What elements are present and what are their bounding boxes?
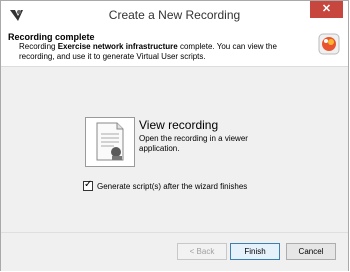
- wizard-content: View recording Open the recording in a v…: [1, 67, 348, 232]
- generate-scripts-option: ✓ Generate script(s) after the wizard fi…: [83, 179, 247, 191]
- cancel-button[interactable]: Cancel: [286, 243, 336, 260]
- back-button[interactable]: < Back: [177, 243, 227, 260]
- close-button[interactable]: ✕: [310, 1, 343, 18]
- wizard-window: Create a New Recording ✕ Recording compl…: [0, 0, 349, 271]
- recording-badge-icon: [318, 33, 340, 55]
- header-text-prefix: Recording: [19, 42, 58, 51]
- view-recording-title: View recording: [139, 118, 219, 132]
- recording-name: Exercise network infrastructure: [57, 42, 178, 51]
- view-recording-button[interactable]: [85, 117, 135, 167]
- document-viewer-icon: [96, 122, 124, 161]
- wizard-footer: < Back Finish Cancel: [1, 232, 348, 271]
- header-title: Recording complete: [8, 32, 95, 42]
- finish-button[interactable]: Finish: [230, 243, 280, 260]
- title-bar: Create a New Recording ✕: [1, 1, 348, 28]
- view-recording-description: Open the recording in a viewer applicati…: [139, 134, 248, 153]
- header-description: Recording Exercise network infrastructur…: [19, 42, 299, 62]
- wizard-header: Recording complete Recording Exercise ne…: [1, 28, 348, 67]
- generate-scripts-checkbox[interactable]: ✓: [83, 179, 93, 191]
- window-title: Create a New Recording: [108, 8, 241, 22]
- generate-scripts-label[interactable]: Generate script(s) after the wizard fini…: [97, 182, 247, 191]
- checkmark-icon: ✓: [84, 179, 93, 190]
